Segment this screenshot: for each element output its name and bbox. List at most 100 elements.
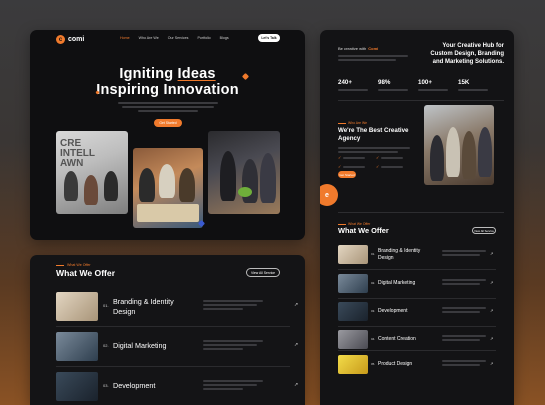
service-name: Digital Marketing [113, 341, 167, 350]
service-number: 02. [371, 281, 376, 285]
wall-art: CRE INTELL AWN [60, 138, 95, 169]
arrow-right-icon[interactable]: ↗ [490, 336, 493, 341]
team-photo-3 [208, 131, 280, 214]
stat-item: 240+ [338, 79, 378, 91]
arrow-right-icon[interactable]: ↗ [490, 361, 493, 366]
hero-title-line2: Inspiring Innovation [96, 82, 239, 98]
stat-value: 98% [378, 79, 391, 86]
service-thumbnail [338, 330, 368, 349]
service-name: Branding & Identity Design [113, 297, 174, 316]
service-row[interactable]: 01. Branding & Identity Design ↗ [338, 245, 496, 265]
arrow-right-icon[interactable]: ↗ [490, 251, 493, 256]
view-all-services-button[interactable]: View All Service [472, 227, 496, 234]
view-all-services-button[interactable]: View All Service [246, 268, 280, 277]
hero-subtitle-placeholder [118, 102, 218, 112]
logo-mark-icon: c [56, 35, 65, 44]
service-thumbnail [56, 292, 98, 321]
hero-title-highlight: Ideas [177, 66, 216, 82]
brand-tag-name: Comi [368, 46, 379, 51]
stat-item: 15K [458, 79, 498, 91]
section-title: What We Offer [56, 268, 116, 278]
logo-text: comi [68, 36, 85, 43]
service-description [442, 360, 486, 366]
kicker-label: What We Offer [67, 263, 91, 267]
nav-links: Home Who Are We Our Services Portfolio B… [120, 36, 229, 40]
service-number: 02. [103, 343, 109, 348]
service-description [442, 279, 486, 285]
arrow-right-icon[interactable]: ↗ [490, 308, 493, 313]
get-started-button[interactable]: Get Started [154, 119, 182, 127]
check-item [376, 164, 414, 169]
service-name: Digital Marketing [378, 280, 416, 286]
service-number: 03. [103, 383, 109, 388]
nav-link-blogs[interactable]: Blogs [220, 36, 229, 40]
service-number: 03. [371, 309, 376, 313]
service-number: 05. [371, 362, 376, 366]
service-row[interactable]: 02. Digital Marketing ↗ [56, 332, 298, 362]
nav-link-home[interactable]: Home [120, 36, 130, 40]
section-kicker: Who Are We [338, 121, 367, 125]
nav-link-who-are-we[interactable]: Who Are We [139, 36, 159, 40]
logo[interactable]: c comi [56, 35, 84, 44]
lets-talk-button[interactable]: Let's Talk [258, 34, 280, 42]
top-nav: c comi Home Who Are We Our Services Port… [30, 30, 305, 48]
brand-tag-prefix: Be creative with [338, 46, 367, 51]
hero-preview-card: c comi Home Who Are We Our Services Port… [30, 30, 305, 240]
hero-title-line1: Igniting Ideas [30, 66, 305, 82]
service-name: Branding & Identity Design [378, 248, 421, 261]
hero-title-part: Igniting [119, 66, 178, 82]
service-description [203, 340, 263, 350]
service-description [442, 307, 486, 313]
service-row[interactable]: 03. Development ↗ [338, 302, 496, 322]
service-thumbnail [338, 302, 368, 321]
team-photo-2 [133, 148, 203, 228]
service-row[interactable]: 02. Digital Marketing ↗ [338, 274, 496, 294]
nav-link-services[interactable]: Our Services [168, 36, 189, 40]
service-thumbnail [56, 332, 98, 361]
brand-badge-icon: e [320, 184, 338, 206]
service-thumbnail [338, 355, 368, 374]
service-number: 01. [103, 303, 109, 308]
service-number: 04. [371, 337, 376, 341]
service-name: Development [378, 308, 408, 314]
stat-value: 15K [458, 79, 470, 86]
hero-headline: Your Creative Hub for Custom Design, Bra… [430, 43, 504, 65]
service-description [203, 300, 263, 310]
nav-link-portfolio[interactable]: Portfolio [197, 36, 210, 40]
service-thumbnail [338, 245, 368, 264]
service-name: Content Creation [378, 336, 416, 342]
service-description [203, 380, 263, 390]
agency-get-started-button[interactable]: Get Started [338, 171, 356, 178]
feature-checklist [338, 155, 414, 169]
arrow-right-icon[interactable]: ↗ [294, 382, 298, 388]
kicker-label: Who Are We [348, 121, 367, 125]
arrow-right-icon[interactable]: ↗ [294, 302, 298, 308]
section-kicker: What We Offer [56, 263, 91, 267]
arrow-right-icon[interactable]: ↗ [294, 342, 298, 348]
service-name: Development [113, 381, 156, 390]
service-row[interactable]: 01. Branding & Identity Design ↗ [56, 292, 298, 322]
about-preview-card: Be creative with Comi Your Creative Hub … [320, 30, 514, 405]
service-name: Product Design [378, 361, 413, 367]
stat-value: 100+ [418, 79, 432, 86]
team-photo-1: CRE INTELL AWN [56, 131, 128, 214]
stat-item: 98% [378, 79, 418, 91]
service-description [442, 335, 486, 341]
service-thumbnail [338, 274, 368, 293]
check-item [338, 155, 376, 160]
service-thumbnail [56, 372, 98, 401]
check-item [338, 164, 376, 169]
agency-title: We're The Best Creative Agency [338, 127, 409, 142]
stat-value: 240+ [338, 79, 352, 86]
stats-row: 240+ 98% 100+ 15K [338, 79, 498, 91]
arrow-right-icon[interactable]: ↗ [490, 280, 493, 285]
offer-preview-card: What We Offer What We Offer View All Ser… [30, 255, 305, 405]
service-row[interactable]: 03. Development ↗ [56, 372, 298, 402]
service-number: 01. [371, 252, 376, 256]
section-title: What We Offer [338, 226, 389, 235]
service-row[interactable]: 04. Content Creation ↗ [338, 330, 496, 350]
service-row[interactable]: 05. Product Design ↗ [338, 355, 496, 375]
check-item [376, 155, 414, 160]
service-description [442, 250, 486, 256]
team-photo [424, 105, 494, 185]
